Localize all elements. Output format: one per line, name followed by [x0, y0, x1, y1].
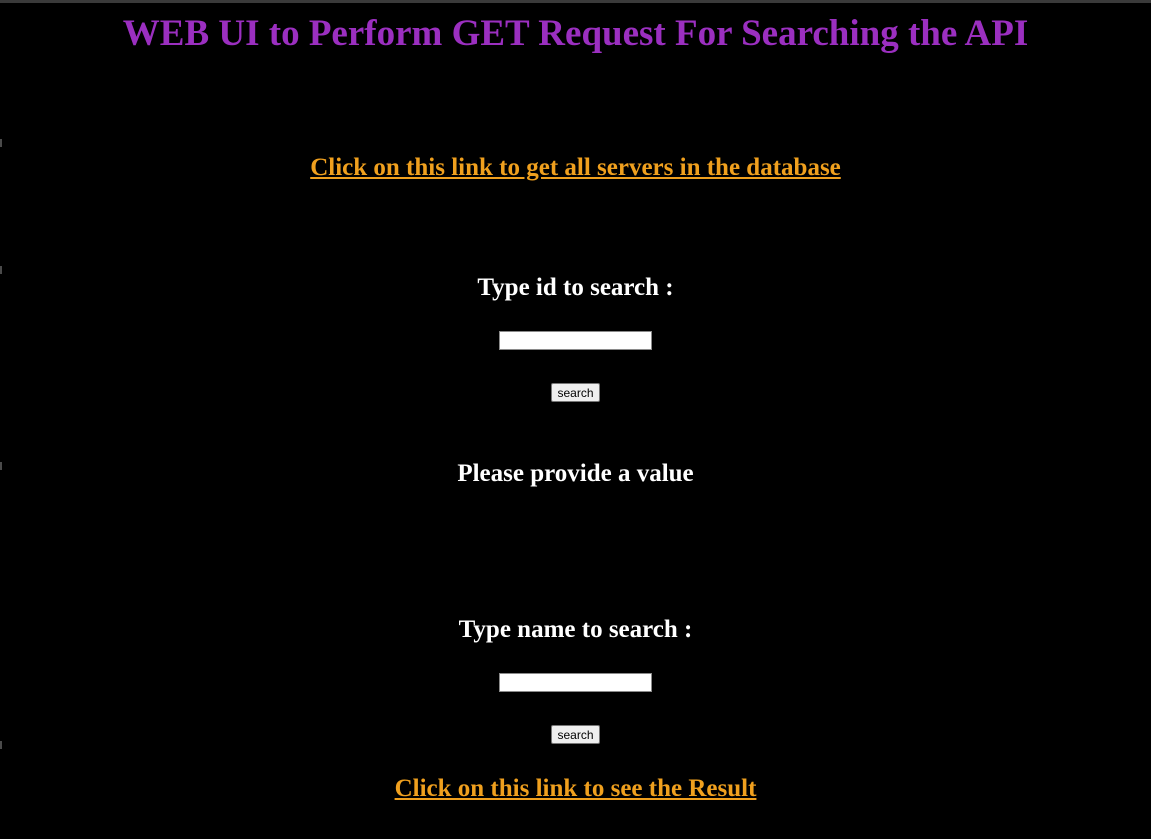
- id-search-input[interactable]: [499, 331, 652, 350]
- result-link[interactable]: Click on this link to see the Result: [395, 773, 757, 805]
- id-search-button-row: search: [0, 383, 1151, 402]
- validation-message: Please provide a value: [457, 460, 694, 487]
- id-search-input-row: [0, 331, 1151, 351]
- name-search-input-row: [0, 673, 1151, 693]
- name-search-button-row: search: [0, 725, 1151, 744]
- window-edge-mark: [0, 741, 2, 749]
- name-search-label: Type name to search :: [458, 616, 693, 643]
- page-container: WEB UI to Perform GET Request For Search…: [0, 3, 1151, 839]
- all-servers-link[interactable]: Click on this link to get all servers in…: [310, 152, 841, 184]
- window-edge-mark: [0, 266, 2, 274]
- name-search-input[interactable]: [499, 673, 652, 692]
- name-search-button[interactable]: search: [551, 725, 600, 744]
- id-search-label: Type id to search :: [477, 274, 674, 301]
- all-servers-link-row: Click on this link to get all servers in…: [0, 152, 1151, 184]
- window-edge-mark: [0, 462, 2, 470]
- result-link-row: Click on this link to see the Result: [0, 773, 1151, 805]
- id-search-button[interactable]: search: [551, 383, 600, 402]
- window-edge-mark: [0, 139, 2, 147]
- page-title: WEB UI to Perform GET Request For Search…: [122, 13, 1029, 54]
